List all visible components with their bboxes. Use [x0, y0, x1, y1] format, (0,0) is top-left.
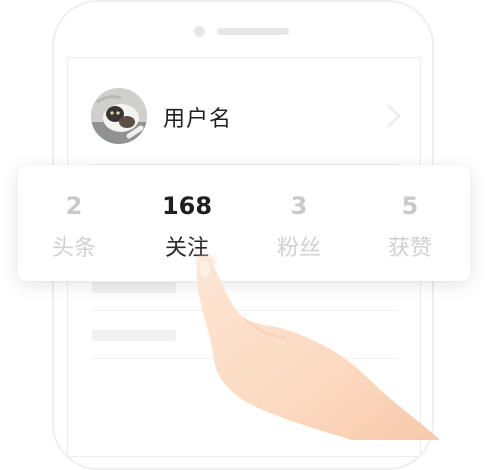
camera-dot	[194, 26, 205, 37]
stat-likes-label: 获赞	[387, 236, 432, 261]
chevron-right-icon	[387, 104, 401, 128]
username-label: 用户名	[163, 107, 233, 132]
content-divider	[92, 358, 398, 359]
stat-following[interactable]: 168 关注	[142, 192, 232, 262]
placeholder-line	[92, 330, 176, 341]
stat-posts-count: 2	[65, 192, 83, 220]
avatar[interactable]	[91, 88, 147, 144]
stat-likes[interactable]: 5 获赞	[365, 192, 455, 262]
stats-card: 2 头条 168 关注 3 粉丝 5 获赞	[18, 165, 470, 281]
stat-posts[interactable]: 2 头条	[29, 192, 119, 262]
profile-row[interactable]: 用户名	[67, 86, 421, 146]
cat-avatar-image	[91, 88, 147, 144]
stat-followers[interactable]: 3 粉丝	[254, 192, 344, 262]
stat-likes-count: 5	[401, 192, 419, 220]
stat-followers-label: 粉丝	[276, 236, 321, 261]
speaker-slot	[217, 28, 289, 35]
stat-following-label: 关注	[164, 236, 209, 261]
stat-followers-count: 3	[290, 192, 308, 220]
content-divider	[92, 310, 398, 311]
stat-posts-label: 头条	[51, 236, 96, 261]
placeholder-line	[92, 282, 176, 293]
stat-following-count: 168	[161, 192, 213, 220]
